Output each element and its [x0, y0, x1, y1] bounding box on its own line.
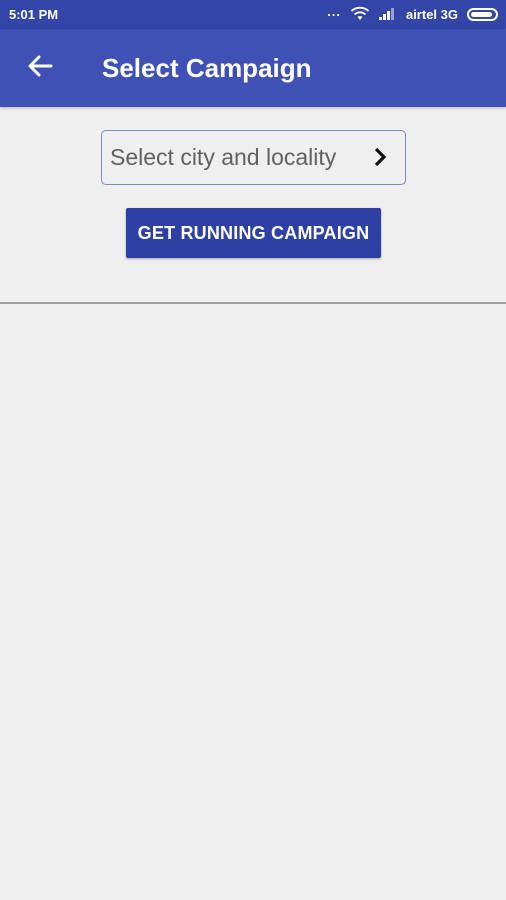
get-running-campaign-button[interactable]: GET RUNNING CAMPAIGN — [126, 208, 381, 258]
status-icons: ... airtel 3G — [327, 4, 498, 24]
back-button[interactable] — [20, 48, 60, 88]
city-locality-label: Select city and locality — [110, 144, 337, 170]
notification-dots: ... — [327, 4, 341, 19]
city-locality-selector[interactable]: Select city and locality — [101, 130, 406, 185]
wifi-icon — [350, 6, 370, 24]
page-title: Select Campaign — [102, 53, 312, 83]
divider — [0, 302, 506, 304]
carrier-label: airtel 3G — [405, 7, 458, 22]
chevron-right-icon — [373, 147, 387, 172]
signal-icon — [378, 6, 397, 23]
arrow-back-icon — [27, 55, 53, 82]
app-bar: Select Campaign — [0, 29, 506, 107]
status-time: 5:01 PM — [9, 7, 59, 22]
status-bar: 5:01 PM ... airtel 3G — [0, 0, 506, 29]
battery-icon — [467, 8, 498, 21]
